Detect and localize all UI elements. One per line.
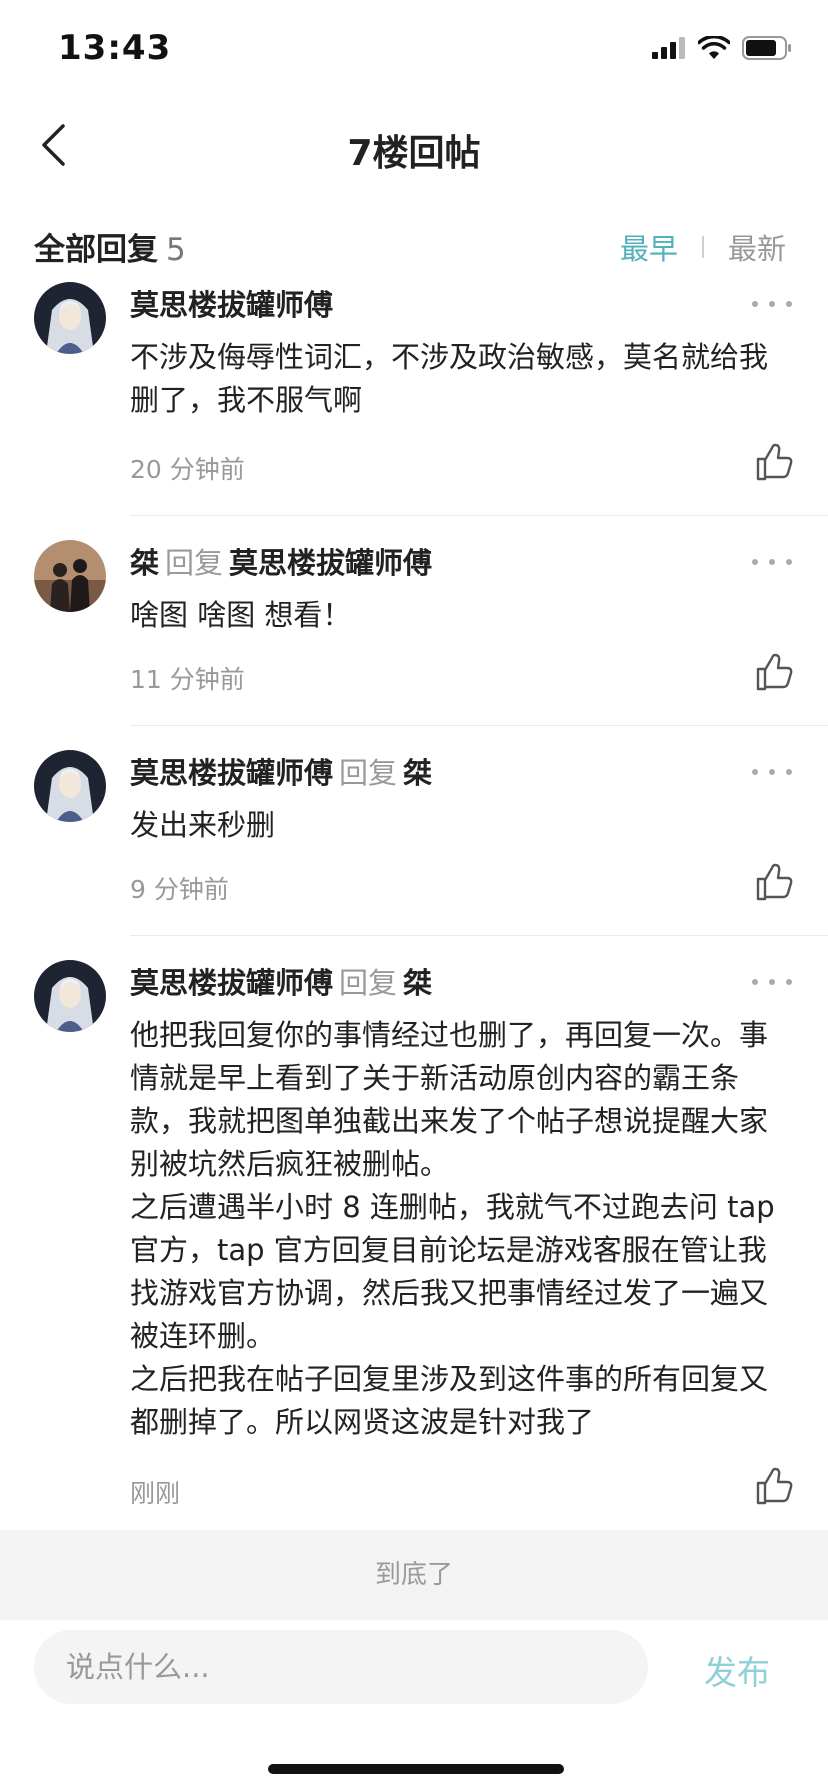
author-name[interactable]: 莫思楼拔罐师傅	[130, 288, 333, 322]
status-time: 13:43	[58, 28, 172, 68]
more-dot-icon	[752, 559, 758, 565]
wifi-icon	[698, 36, 730, 59]
reply-verb: 回复	[339, 756, 398, 790]
reply-item: 莫思楼拔罐师傅 不涉及侮辱性词汇，不涉及政治敏感，莫名就给我删了，我不服气啊 2…	[0, 280, 828, 516]
author-name[interactable]: 桀	[130, 546, 159, 580]
more-dot-icon	[769, 979, 775, 985]
sort-divider	[701, 236, 704, 258]
more-dot-icon	[752, 769, 758, 775]
comment-bar: 发布	[0, 1620, 828, 1792]
more-dot-icon	[752, 301, 758, 307]
sort-earliest-tab[interactable]: 最早	[620, 226, 678, 268]
more-options-button[interactable]	[752, 552, 792, 572]
author-name[interactable]: 莫思楼拔罐师傅	[130, 966, 333, 1000]
thumbs-up-icon	[756, 653, 793, 691]
more-options-button[interactable]	[752, 762, 792, 782]
more-dot-icon	[752, 979, 758, 985]
more-dot-icon	[786, 301, 792, 307]
reply-target-name[interactable]: 莫思楼拔罐师傅	[229, 546, 432, 580]
more-dot-icon	[769, 559, 775, 565]
reply-item: 莫思楼拔罐师傅 回复桀 他把我回复你的事情经过也删了，再回复一次。事情就是早上看到…	[0, 936, 828, 1530]
more-dot-icon	[769, 301, 775, 307]
comment-input[interactable]	[34, 1630, 648, 1704]
publish-button[interactable]: 发布	[704, 1646, 770, 1694]
reply-item: 莫思楼拔罐师傅 回复桀 发出来秒删 9 分钟前	[0, 726, 828, 936]
avatar[interactable]	[34, 750, 106, 822]
home-indicator[interactable]	[268, 1764, 564, 1774]
reply-header: 莫思楼拔罐师傅 回复桀	[130, 750, 698, 792]
thumbs-up-icon	[756, 1467, 793, 1505]
replies-title-label: 全部回复	[34, 232, 158, 268]
reply-paragraph: 发出来秒删	[130, 808, 276, 842]
more-options-button[interactable]	[752, 294, 792, 314]
reply-header: 莫思楼拔罐师傅	[130, 282, 698, 324]
reply-header: 莫思楼拔罐师傅 回复桀	[130, 960, 698, 1002]
anime-avatar-image	[34, 282, 106, 354]
reply-paragraph: 不涉及侮辱性词汇，不涉及政治敏感，莫名就给我删了，我不服气啊	[130, 340, 769, 417]
reply-verb: 回复	[165, 546, 224, 580]
reply-time: 11 分钟前	[130, 665, 245, 694]
status-bar: 13:43	[0, 0, 828, 100]
like-button[interactable]	[754, 862, 794, 902]
replies-header: 全部回复 5 最早 最新	[0, 210, 828, 274]
more-dot-icon	[786, 979, 792, 985]
replies-count: 5	[166, 232, 186, 268]
replies-title: 全部回复 5	[34, 224, 186, 269]
avatar[interactable]	[34, 540, 106, 612]
battery-icon	[742, 36, 791, 60]
thumbs-up-icon	[756, 443, 793, 481]
anime-avatar-image	[34, 960, 106, 1032]
end-of-list-notice: 到底了	[0, 1530, 828, 1620]
author-name[interactable]: 莫思楼拔罐师傅	[130, 756, 333, 790]
sort-latest-tab[interactable]: 最新	[728, 226, 786, 268]
reply-paragraph: 之后遭遇半小时 8 连删帖，我就气不过跑去问 tap 官方，tap 官方回复目前…	[130, 1190, 775, 1353]
more-dot-icon	[769, 769, 775, 775]
reply-time: 20 分钟前	[130, 455, 245, 484]
reply-time: 刚刚	[130, 1479, 181, 1508]
more-dot-icon	[786, 559, 792, 565]
avatar[interactable]	[34, 960, 106, 1032]
reply-time: 9 分钟前	[130, 875, 229, 904]
status-icons	[652, 36, 792, 60]
reply-content: 啥图 啥图 想看！	[130, 594, 780, 637]
like-button[interactable]	[754, 652, 794, 692]
cellular-signal-icon	[652, 37, 685, 59]
more-dot-icon	[786, 769, 792, 775]
reply-verb: 回复	[339, 966, 398, 1000]
reply-header: 桀回复 莫思楼拔罐师傅	[130, 540, 698, 582]
photo-avatar-image	[34, 540, 106, 612]
more-options-button[interactable]	[752, 972, 792, 992]
reply-content: 不涉及侮辱性词汇，不涉及政治敏感，莫名就给我删了，我不服气啊	[130, 336, 780, 422]
page-title: 7楼回帖	[347, 133, 481, 174]
thumbs-up-icon	[756, 863, 793, 901]
anime-avatar-image	[34, 750, 106, 822]
like-button[interactable]	[754, 442, 794, 482]
reply-target-name[interactable]: 桀	[403, 756, 432, 790]
reply-paragraph: 他把我回复你的事情经过也删了，再回复一次。事情就是早上看到了关于新活动原创内容的…	[130, 1018, 769, 1181]
like-button[interactable]	[754, 1466, 794, 1506]
reply-target-name[interactable]: 桀	[403, 966, 432, 1000]
sort-toggle: 最早 最新	[620, 226, 786, 268]
reply-paragraph: 之后把我在帖子回复里涉及到这件事的所有回复又都删掉了。所以网贤这波是针对我了	[130, 1362, 769, 1439]
reply-content: 发出来秒删	[130, 804, 780, 847]
reply-content: 他把我回复你的事情经过也删了，再回复一次。事情就是早上看到了关于新活动原创内容的…	[130, 1014, 780, 1444]
reply-item: 桀回复 莫思楼拔罐师傅 啥图 啥图 想看！ 11 分钟前	[0, 516, 828, 726]
reply-paragraph: 啥图 啥图 想看！	[130, 598, 352, 632]
avatar[interactable]	[34, 282, 106, 354]
nav-bar: 7楼回帖	[0, 100, 828, 192]
